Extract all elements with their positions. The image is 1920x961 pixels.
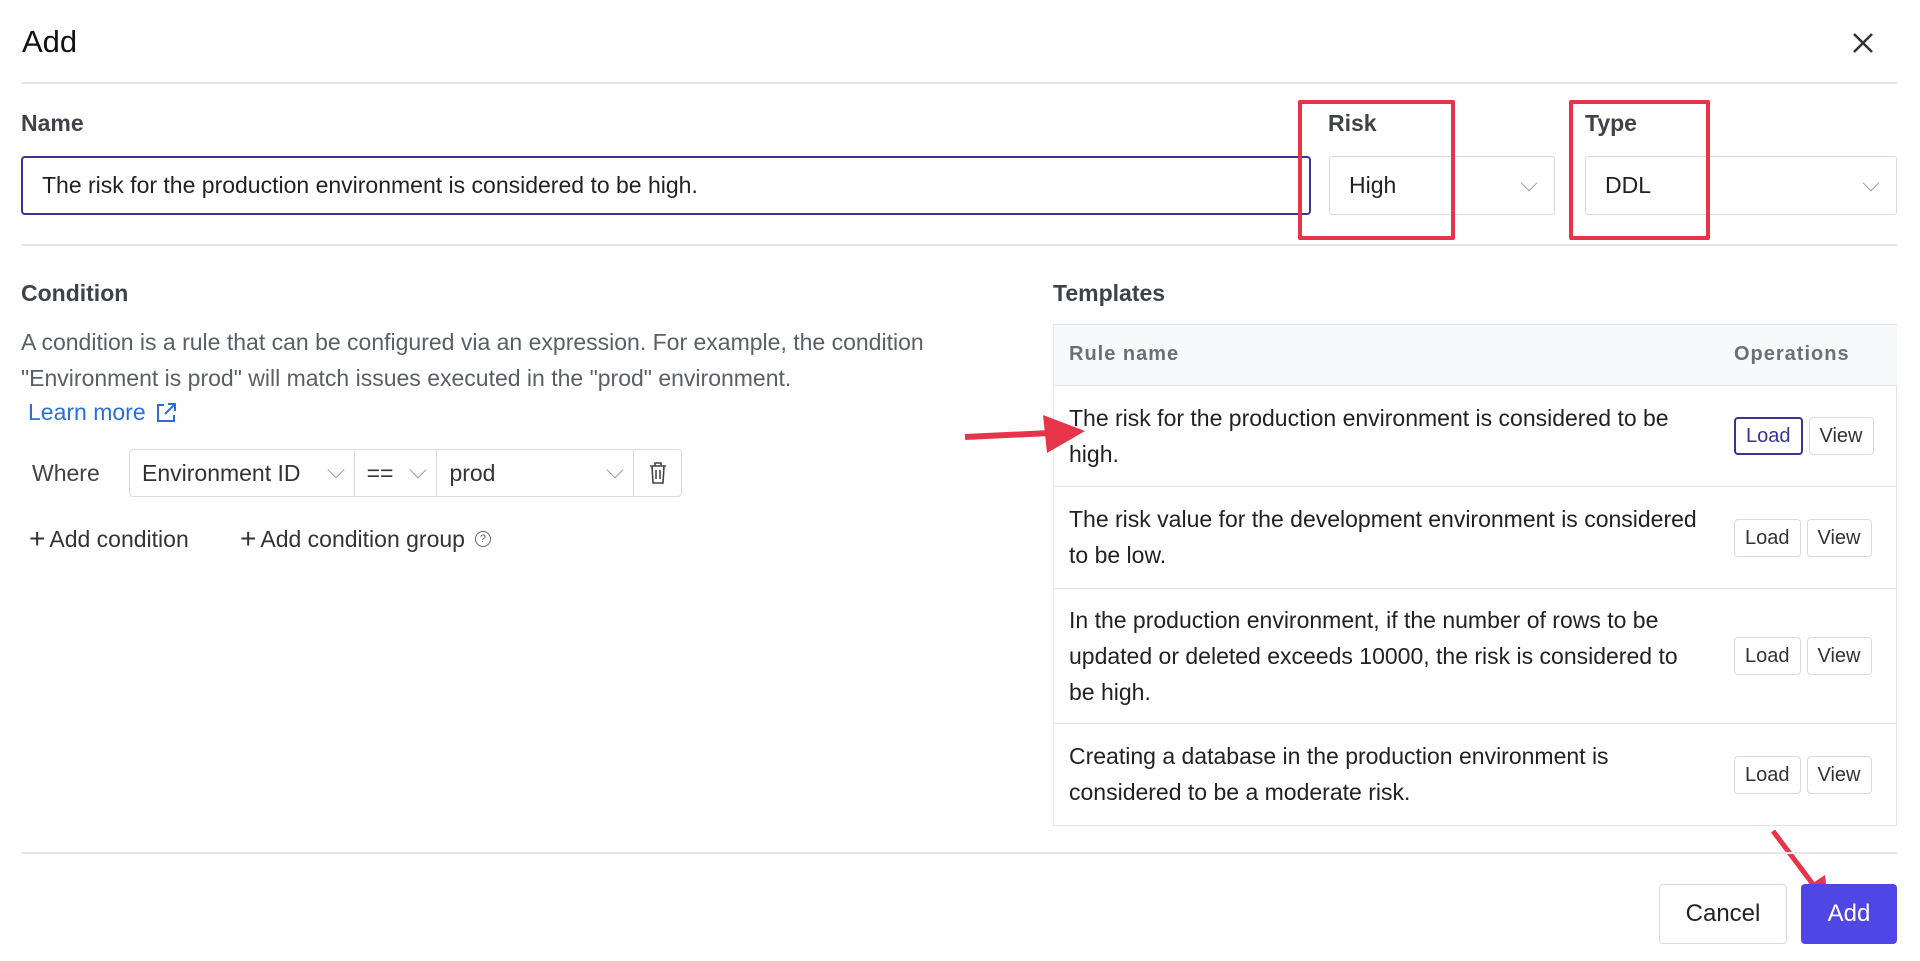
trash-icon <box>649 462 666 484</box>
view-button[interactable]: View <box>1808 417 1874 455</box>
load-button[interactable]: Load <box>1734 755 1801 794</box>
highlight-box-type <box>1569 100 1710 240</box>
table-row: Creating a database in the production en… <box>1054 723 1897 825</box>
view-button[interactable]: View <box>1806 518 1872 557</box>
close-icon[interactable] <box>1846 26 1880 60</box>
learn-more-link[interactable]: Learn more <box>28 399 178 426</box>
chevron-down-icon <box>1862 174 1880 191</box>
condition-row: Environment ID == prod <box>129 449 682 497</box>
condition-label: Condition <box>21 280 129 306</box>
name-input[interactable]: The risk for the production environment … <box>21 156 1311 215</box>
field-value: Environment ID <box>142 459 301 486</box>
where-label: Where <box>32 460 100 486</box>
rule-name: In the production environment, if the nu… <box>1054 588 1719 724</box>
add-condition-button[interactable]: + Add condition <box>29 523 189 555</box>
view-button[interactable]: View <box>1806 755 1872 794</box>
value-value: prod <box>449 459 496 486</box>
table-row: The risk for the production environment … <box>1054 385 1897 487</box>
chevron-down-icon <box>1520 174 1538 191</box>
chevron-down-icon <box>409 461 427 479</box>
rule-name: The risk for the production environment … <box>1054 385 1719 487</box>
operator-select[interactable]: == <box>355 450 438 496</box>
load-button[interactable]: Load <box>1734 518 1801 557</box>
rule-name: The risk value for the development envir… <box>1054 486 1719 589</box>
table-row: The risk value for the development envir… <box>1054 486 1897 589</box>
external-link-icon <box>156 402 176 422</box>
divider <box>21 82 1897 84</box>
column-header-operations: Operations <box>1719 325 1897 386</box>
name-value: The risk for the production environment … <box>42 172 698 198</box>
add-button[interactable]: Add <box>1801 884 1897 944</box>
templates-table: Rule name Operations The risk for the pr… <box>1053 324 1897 826</box>
add-condition-group-button[interactable]: + Add condition group? <box>240 523 491 555</box>
name-label: Name <box>21 110 84 136</box>
field-select[interactable]: Environment ID <box>130 450 355 496</box>
load-button[interactable]: Load <box>1734 637 1801 675</box>
value-select[interactable]: prod <box>437 450 635 496</box>
plus-icon: + <box>240 523 257 554</box>
operations-cell: Load View <box>1719 385 1897 487</box>
view-button[interactable]: View <box>1806 637 1872 675</box>
add-condition-group-label: Add condition group <box>260 525 465 552</box>
annotation-arrow <box>964 415 1085 453</box>
divider <box>21 852 1897 854</box>
operations-cell: Load View <box>1719 723 1897 825</box>
add-condition-label: Add condition <box>49 525 189 552</box>
column-header-rule-name: Rule name <box>1054 325 1719 386</box>
table-row: In the production environment, if the nu… <box>1054 588 1897 724</box>
highlight-box-risk <box>1298 100 1455 240</box>
chevron-down-icon <box>606 461 624 479</box>
chevron-down-icon <box>327 461 345 479</box>
load-button[interactable]: Load <box>1734 417 1803 455</box>
learn-more-text: Learn more <box>28 399 146 425</box>
rule-name: Creating a database in the production en… <box>1069 743 1609 806</box>
dialog-title: Add <box>22 24 78 59</box>
operations-cell: Load View <box>1719 588 1897 724</box>
divider <box>21 244 1897 246</box>
operator-value: == <box>366 459 394 486</box>
plus-icon: + <box>29 523 46 554</box>
help-icon[interactable]: ? <box>474 531 491 547</box>
operations-cell: Load View <box>1719 486 1897 589</box>
delete-condition-button[interactable] <box>634 450 681 496</box>
cancel-button[interactable]: Cancel <box>1659 884 1787 944</box>
condition-description: A condition is a rule that can be config… <box>21 329 924 391</box>
templates-label: Templates <box>1053 280 1166 306</box>
